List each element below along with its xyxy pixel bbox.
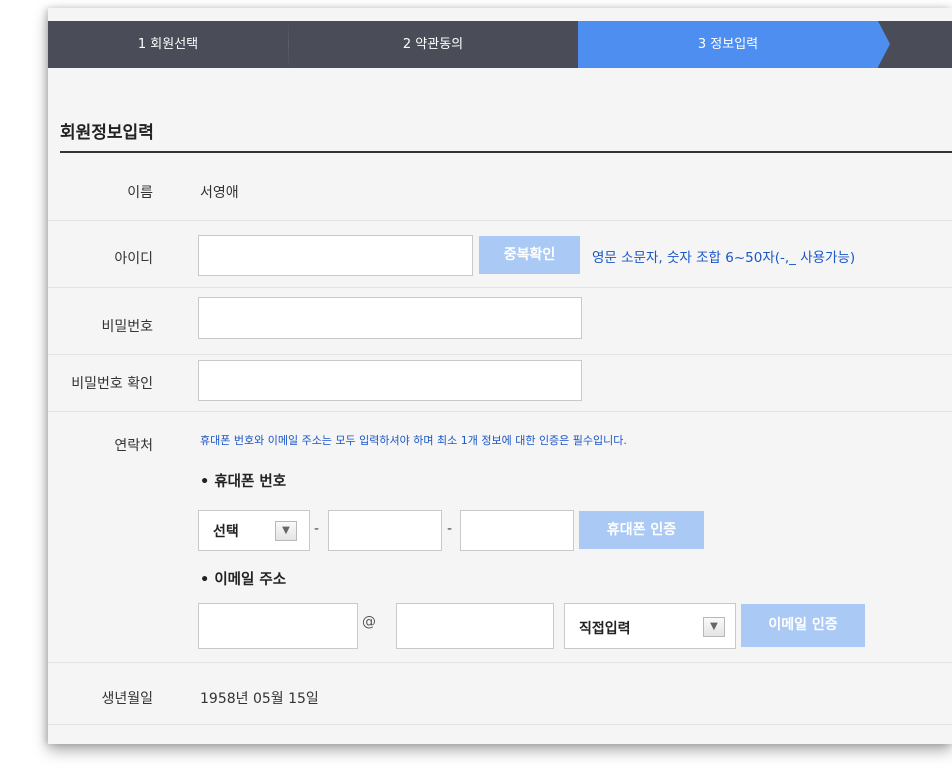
email-verify-button[interactable]: 이메일 인증 [741, 604, 865, 647]
email-domain-input[interactable] [396, 603, 554, 649]
row-divider [48, 287, 952, 288]
active-step-arrow [878, 21, 890, 67]
step-progress-bar: 1 회원선택 2 약관동의 3 정보입력 [48, 21, 952, 68]
phone-middle-input[interactable] [328, 510, 442, 551]
phone-last-input[interactable] [460, 510, 574, 551]
email-local-input[interactable] [198, 603, 358, 649]
carrier-select-value: 선택 [213, 524, 239, 540]
section-title: 회원정보입력 [60, 123, 154, 143]
triangle-down-icon: ▼ [703, 617, 725, 637]
name-label: 이름 [127, 185, 153, 201]
row-divider [48, 354, 952, 355]
name-value: 서영애 [200, 185, 239, 201]
phone-separator: - [447, 521, 453, 537]
birthdate-value: 1958년 05월 15일 [200, 691, 319, 707]
step-info-input-active: 3 정보입력 [578, 21, 878, 68]
contact-label: 연락처 [114, 438, 153, 454]
row-divider [48, 411, 952, 412]
password-confirm-label: 비밀번호 확인 [71, 376, 153, 392]
email-section-title: • 이메일 주소 [200, 572, 287, 588]
id-hint: 영문 소문자, 숫자 조합 6~50자(-,_ 사용가능) [592, 250, 856, 266]
id-input[interactable] [198, 235, 473, 276]
contact-notice: 휴대폰 번호와 이메일 주소는 모두 입력하셔야 하며 최소 1개 정보에 대한… [200, 434, 627, 447]
signup-panel: 1 회원선택 2 약관동의 3 정보입력 회원정보입력 이름 서영애 아이디 중… [48, 8, 952, 744]
step-terms-agree: 2 약관동의 [402, 37, 464, 52]
password-confirm-input[interactable] [198, 360, 582, 401]
title-divider [60, 151, 952, 153]
password-input[interactable] [198, 297, 582, 339]
phone-separator: - [314, 521, 320, 537]
row-divider [48, 724, 952, 725]
row-divider [48, 662, 952, 663]
row-divider [48, 220, 952, 221]
email-domain-select-value: 직접입력 [579, 621, 631, 637]
birthdate-label: 생년월일 [101, 691, 153, 707]
password-label: 비밀번호 [101, 319, 153, 335]
step-member-select: 1 회원선택 [137, 37, 199, 52]
triangle-down-icon: ▼ [275, 521, 297, 541]
duplicate-check-button[interactable]: 중복확인 [479, 236, 580, 274]
carrier-select[interactable]: 선택 ▼ [198, 510, 310, 551]
phone-verify-button[interactable]: 휴대폰 인증 [579, 511, 704, 549]
id-label: 아이디 [114, 251, 153, 267]
email-at-sign: @ [362, 614, 376, 630]
email-domain-select[interactable]: 직접입력 ▼ [564, 603, 736, 649]
phone-section-title: • 휴대폰 번호 [200, 474, 287, 490]
